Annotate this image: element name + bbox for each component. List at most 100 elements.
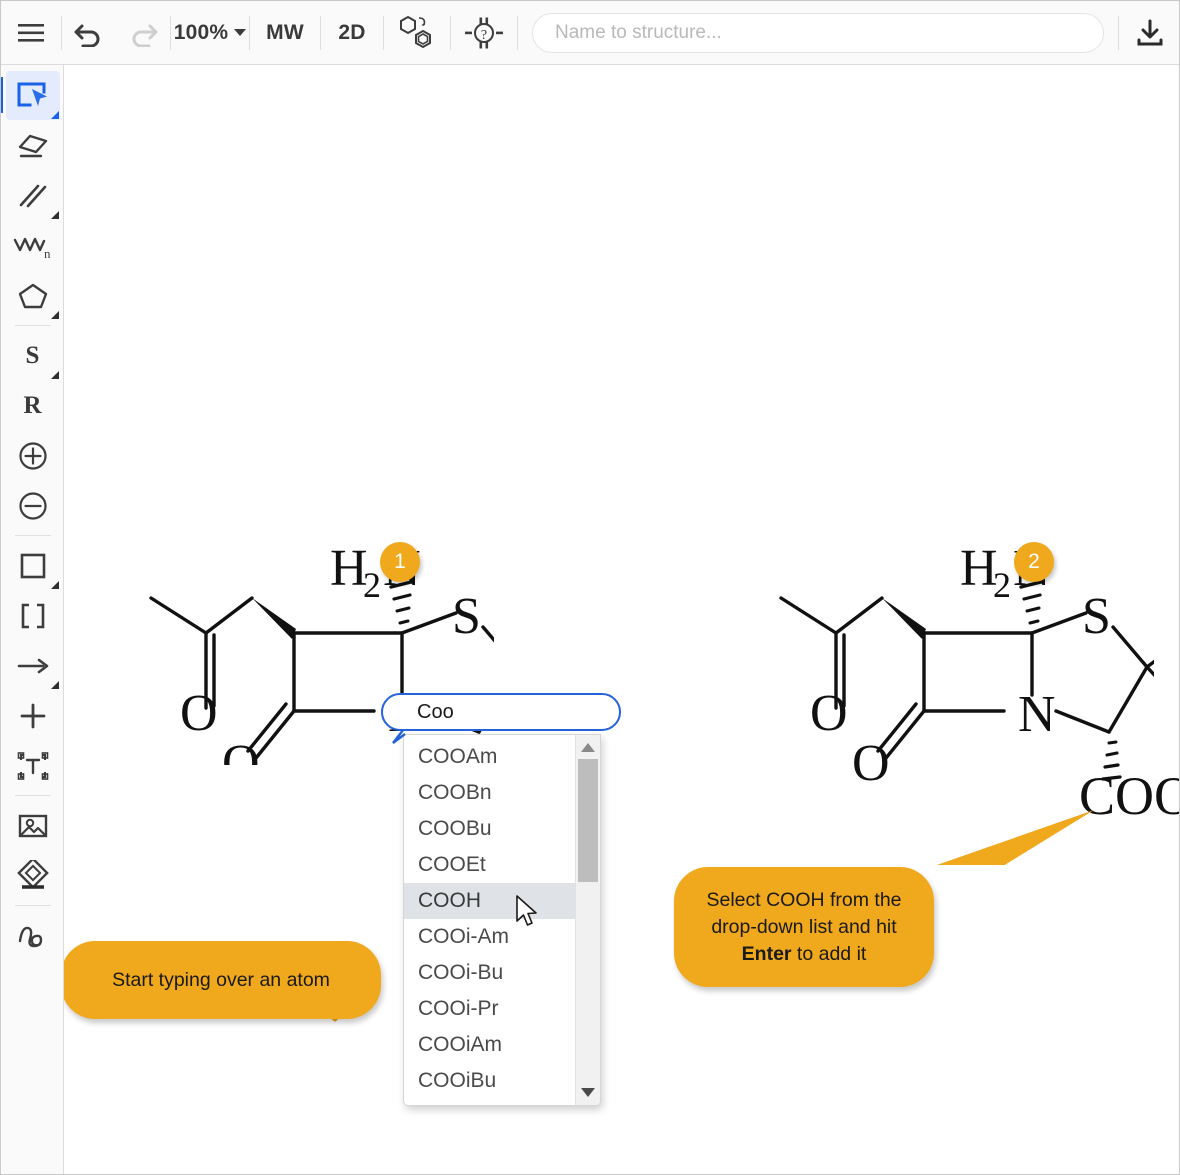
freehand-tool[interactable]: [6, 911, 60, 960]
stereo-r-tool[interactable]: R: [6, 381, 60, 430]
sidebar-divider: [15, 795, 51, 796]
brackets-tool[interactable]: [6, 591, 60, 640]
step-badge-2-number: 2: [1028, 550, 1040, 574]
atom-label-H2-subscript: 2: [363, 565, 381, 605]
arrow-right-icon: [15, 653, 51, 679]
text-box-icon: [16, 751, 50, 781]
scrollbar-thumb[interactable]: [578, 759, 598, 882]
atom-label-O-ketone: O: [180, 685, 218, 742]
chain-n-icon: n: [13, 231, 53, 261]
callout-select-cooh-line3-rest: to add it: [792, 943, 867, 965]
list-item[interactable]: COOi-Bu: [404, 955, 575, 991]
atom-text-input[interactable]: Coo: [381, 693, 621, 731]
tool-sidebar: n S R: [2, 65, 64, 1175]
callout-select-cooh-tail: [744, 665, 1104, 865]
tool-submenu-indicator[interactable]: [51, 211, 59, 219]
image-icon: [16, 811, 50, 841]
atom-label-S: S: [452, 588, 481, 645]
image-tool[interactable]: [6, 801, 60, 850]
sidebar-divider: [15, 325, 51, 326]
mw-label: MW: [266, 21, 304, 45]
zoom-level-label: 100%: [174, 21, 229, 45]
list-item-selected[interactable]: COOH: [404, 883, 575, 919]
callout-select-cooh-line2: drop-down list and hit: [711, 914, 896, 941]
atom-label-S: S: [1082, 588, 1111, 645]
list-item[interactable]: COOBn: [404, 775, 575, 811]
text-box-tool[interactable]: [6, 741, 60, 790]
circle-plus-icon: [17, 440, 49, 472]
drawing-canvas[interactable]: H 2 N S N O O 1: [64, 65, 1180, 1175]
clean-structure-icon[interactable]: [384, 10, 450, 56]
step-badge-1: 1: [380, 542, 420, 582]
hamburger-menu-icon[interactable]: [1, 10, 61, 56]
bond-tool[interactable]: [6, 171, 60, 220]
atom-label-H: H: [960, 540, 998, 597]
sidebar-divider: [15, 535, 51, 536]
tool-submenu-indicator[interactable]: [51, 581, 59, 589]
atom-autocomplete-list: COOAm COOBn COOBu COOEt COOH COOi-Am COO…: [404, 735, 575, 1105]
explicit-hydrogens-icon[interactable]: ?: [451, 10, 517, 56]
tool-submenu-indicator[interactable]: [51, 111, 59, 119]
top-toolbar: 100% MW 2D ?: [1, 1, 1180, 65]
eraser-tool[interactable]: [6, 121, 60, 170]
callout-select-cooh: Select COOH from the drop-down list and …: [674, 867, 934, 987]
list-item[interactable]: COOi-Am: [404, 919, 575, 955]
ring-tool[interactable]: [6, 271, 60, 320]
step-badge-2: 2: [1014, 542, 1054, 582]
freehand-squiggle-icon: [16, 921, 50, 951]
circle-minus-icon: [17, 490, 49, 522]
dropdown-scrollbar[interactable]: [575, 735, 600, 1105]
brackets-icon: [16, 601, 50, 631]
redo-arrow-icon[interactable]: [116, 10, 170, 56]
callout-select-cooh-line3: Enter to add it: [742, 941, 867, 968]
charge-plus-tool[interactable]: [6, 431, 60, 480]
selection-tool[interactable]: [6, 71, 60, 120]
svg-text:n: n: [44, 246, 51, 261]
name-to-structure-input[interactable]: [532, 13, 1104, 53]
chevron-down-icon: [234, 29, 246, 36]
plus-tool[interactable]: [6, 691, 60, 740]
plus-icon: [18, 701, 48, 731]
list-item[interactable]: COOAm: [404, 739, 575, 775]
stereo-s-tool[interactable]: S: [6, 331, 60, 380]
scroll-up-arrow-icon[interactable]: [581, 743, 595, 752]
atom-autocomplete-dropdown[interactable]: COOAm COOBn COOBu COOEt COOH COOi-Am COO…: [403, 734, 601, 1106]
callout-select-cooh-line1: Select COOH from the: [706, 887, 901, 914]
tool-submenu-indicator[interactable]: [51, 311, 59, 319]
attached-data-tool[interactable]: [6, 851, 60, 900]
active-tool-indicator: [0, 77, 3, 113]
list-item[interactable]: COOBu: [404, 811, 575, 847]
square-icon: [17, 551, 49, 581]
callout-start-typing: Start typing over an atom: [64, 941, 381, 1019]
zoom-level-dropdown[interactable]: 100%: [171, 10, 249, 56]
callout-start-typing-text: Start typing over an atom: [112, 967, 330, 994]
repeating-unit-tool[interactable]: n: [6, 221, 60, 270]
svg-text:?: ?: [481, 28, 487, 43]
rectangle-select-arrow-icon: [16, 81, 50, 111]
twod-button[interactable]: 2D: [321, 10, 383, 56]
undo-arrow-icon[interactable]: [62, 10, 116, 56]
list-item[interactable]: COOEt: [404, 847, 575, 883]
double-bond-icon: [16, 181, 50, 211]
sidebar-divider: [15, 905, 51, 906]
atom-label-O-lactam: O: [222, 735, 260, 765]
list-item[interactable]: COOiAm: [404, 1027, 575, 1063]
atom-text-input-value: Coo: [417, 701, 454, 724]
reaction-arrow-tool[interactable]: [6, 641, 60, 690]
mw-button[interactable]: MW: [250, 10, 320, 56]
scroll-down-arrow-icon[interactable]: [581, 1088, 595, 1097]
tool-submenu-indicator[interactable]: [51, 681, 59, 689]
mouse-pointer-icon: [515, 895, 541, 929]
list-item[interactable]: COOi-Pr: [404, 991, 575, 1027]
chemical-editor-window: 100% MW 2D ?: [0, 0, 1180, 1175]
download-icon[interactable]: [1119, 10, 1180, 56]
s-letter-icon: S: [26, 342, 40, 370]
rectangle-tool[interactable]: [6, 541, 60, 590]
attached-data-icon: [16, 860, 50, 892]
tool-submenu-indicator[interactable]: [51, 371, 59, 379]
atom-label-H: H: [330, 540, 368, 597]
step-badge-1-number: 1: [394, 550, 406, 574]
twod-label: 2D: [338, 21, 365, 45]
charge-minus-tool[interactable]: [6, 481, 60, 530]
list-item[interactable]: COOiBu: [404, 1063, 575, 1099]
